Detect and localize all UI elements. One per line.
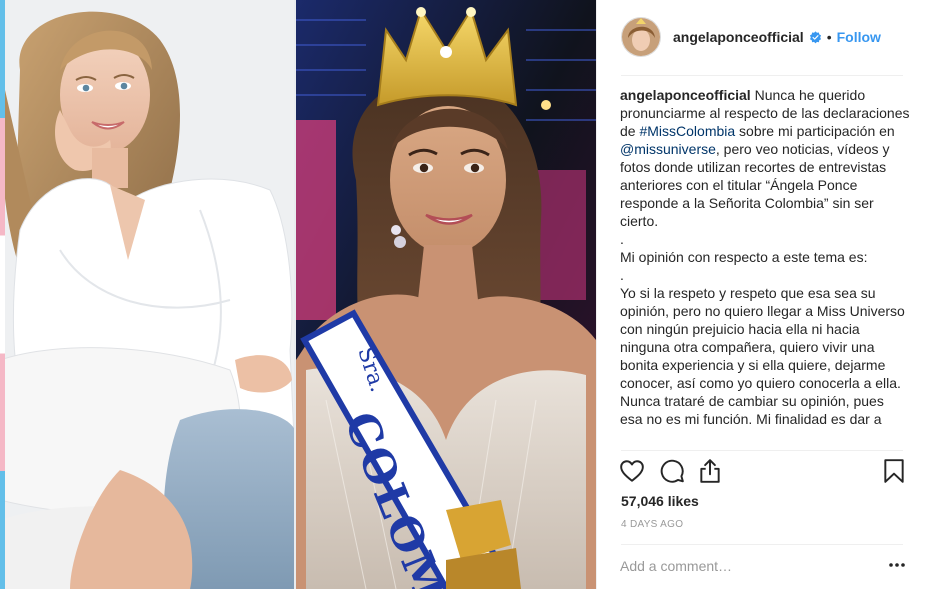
flag-stripe-left [0, 0, 5, 589]
photo-woman-white-shirt-illustration [0, 0, 295, 589]
avatar-image-icon [622, 18, 660, 56]
heart-icon[interactable] [619, 458, 645, 484]
post-sidebar: angelaponceofficial • Follow angelaponce… [596, 0, 925, 589]
comment-icon[interactable] [659, 458, 685, 484]
post-actions [619, 458, 909, 488]
follow-button[interactable]: Follow [837, 29, 881, 45]
username[interactable]: angelaponceofficial [673, 29, 804, 45]
post-caption: angelaponceofficial Nunca he querido pro… [620, 86, 910, 449]
more-options-icon[interactable] [887, 557, 907, 573]
share-icon[interactable] [697, 458, 723, 484]
post-media[interactable]: Sra. COLOM [0, 0, 596, 589]
photo-crowned-woman: Sra. COLOM [296, 0, 596, 589]
caption-author[interactable]: angelaponceofficial [620, 87, 751, 103]
caption-tag-link[interactable]: @missuniverse [620, 141, 716, 157]
post-timestamp[interactable]: 4 DAYS AGO [621, 519, 683, 530]
instagram-post-view: Sra. COLOM angelaponceofficial • Follow … [0, 0, 925, 589]
verified-badge-icon [809, 30, 821, 43]
avatar[interactable] [621, 17, 661, 57]
caption-segment: sobre mi participación en [735, 123, 899, 139]
comment-input[interactable] [620, 555, 860, 577]
divider [621, 450, 903, 451]
post-header: angelaponceofficial • Follow [621, 14, 906, 60]
caption-tag-link[interactable]: #MissColombia [639, 123, 735, 139]
bookmark-icon[interactable] [881, 458, 907, 484]
likes-count[interactable]: 57,046 likes [621, 493, 699, 509]
header-separator: • [826, 29, 832, 45]
photo-woman-white-shirt [0, 0, 295, 589]
photo-crowned-woman-illustration: Sra. COLOM [296, 0, 596, 589]
caption-text: angelaponceofficial Nunca he querido pro… [620, 86, 910, 428]
divider [621, 544, 903, 545]
caption-segment: , pero veo noticias, vídeos y fotos dond… [620, 141, 905, 427]
divider [621, 75, 903, 76]
